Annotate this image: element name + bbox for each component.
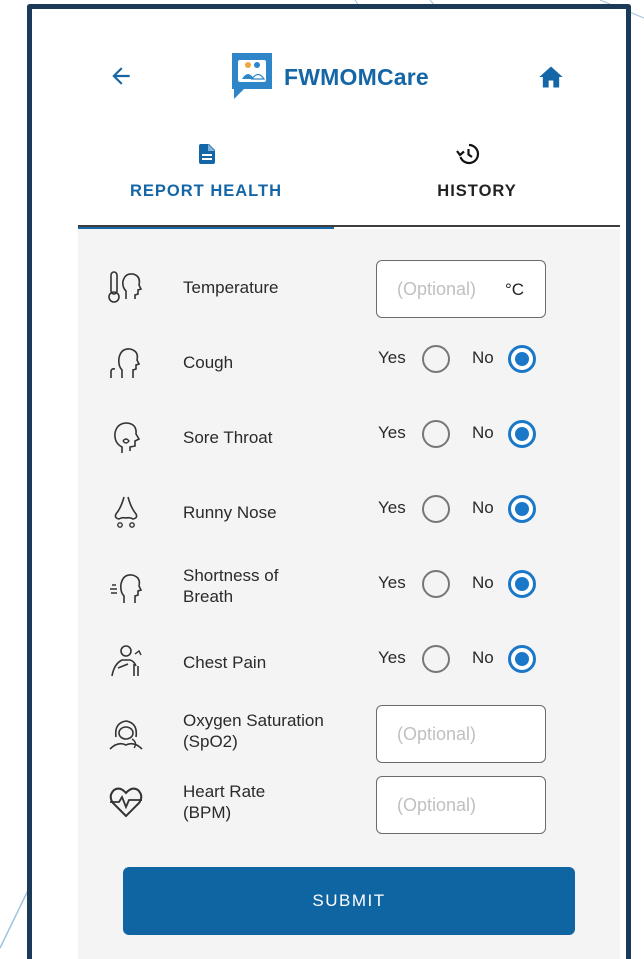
chest-pain-icon: [111, 645, 142, 677]
runny-nose-no-label: No: [472, 498, 494, 517]
tab-history[interactable]: HISTORY: [334, 137, 620, 227]
sore-throat-no-radio[interactable]: [508, 420, 536, 448]
cough-no-radio[interactable]: [508, 345, 536, 373]
cough-yes-radio[interactable]: [422, 345, 450, 373]
heart-rate-label-line2: (BPM): [183, 803, 232, 822]
shortness-of-breath-yes-radio[interactable]: [422, 570, 450, 598]
document-icon: [199, 144, 215, 164]
cough-label: Cough: [183, 353, 234, 372]
cough-icon: [110, 348, 141, 378]
runny-nose-no-radio[interactable]: [508, 495, 536, 523]
chest-pain-no-label: No: [472, 648, 494, 667]
tab-bar: REPORT HEALTH HISTORY: [78, 137, 620, 229]
chest-pain-yes-label: Yes: [378, 648, 406, 667]
runny-nose-yes-radio[interactable]: [422, 495, 450, 523]
report-health-form: Temperature °C Cough Yes No Sor: [78, 229, 620, 959]
shortness-of-breath-label-line2: Breath: [183, 587, 234, 606]
back-arrow-icon[interactable]: [108, 63, 134, 89]
cough-no-label: No: [472, 348, 494, 367]
sore-throat-no-label: No: [472, 423, 494, 442]
thermometer-face-icon: [108, 271, 143, 303]
shortness-of-breath-label: Shortness of Breath: [183, 565, 278, 607]
runny-nose-yes-label: Yes: [378, 498, 406, 517]
chest-pain-radio-group: Yes No: [378, 644, 578, 676]
heart-rate-icon: [109, 787, 143, 818]
sore-throat-radio-group: Yes No: [378, 419, 578, 451]
heart-rate-label-line1: Heart Rate: [183, 782, 266, 801]
cough-radio-group: Yes No: [378, 344, 578, 376]
oxygen-mask-icon: [109, 720, 143, 750]
heart-rate-label: Heart Rate (BPM): [183, 781, 265, 823]
sore-throat-yes-radio[interactable]: [422, 420, 450, 448]
temperature-label: Temperature: [183, 278, 279, 297]
cough-yes-label: Yes: [378, 348, 406, 367]
sore-throat-icon: [114, 422, 141, 453]
tab-history-label: HISTORY: [437, 182, 517, 200]
runny-nose-icon: [114, 496, 138, 528]
shortness-of-breath-radio-group: Yes No: [378, 569, 578, 601]
chest-pain-label: Chest Pain: [183, 653, 267, 672]
runny-nose-radio-group: Yes No: [378, 494, 578, 526]
chest-pain-yes-radio[interactable]: [422, 645, 450, 673]
shortness-of-breath-no-label: No: [472, 573, 494, 592]
shortness-of-breath-icon: [110, 574, 143, 603]
app-logo-icon: [232, 53, 272, 99]
app-header: FWMOMCare: [32, 9, 626, 149]
heart-rate-input[interactable]: [376, 776, 546, 834]
shortness-of-breath-yes-label: Yes: [378, 573, 406, 592]
submit-button[interactable]: SUBMIT: [123, 867, 575, 935]
oxygen-saturation-input[interactable]: [376, 705, 546, 763]
tab-report-health-label: REPORT HEALTH: [129, 182, 283, 200]
sore-throat-yes-label: Yes: [378, 423, 406, 442]
oxygen-saturation-label-line1: Oxygen Saturation: [183, 711, 324, 730]
runny-nose-label: Runny Nose: [183, 503, 277, 522]
shortness-of-breath-no-radio[interactable]: [508, 570, 536, 598]
sore-throat-label: Sore Throat: [183, 428, 273, 447]
tab-report-health[interactable]: REPORT HEALTH: [78, 137, 334, 229]
app-brand-name: FWMOMCare: [284, 64, 429, 90]
oxygen-saturation-label: Oxygen Saturation (SpO2): [183, 710, 324, 752]
oxygen-saturation-label-line2: (SpO2): [183, 732, 238, 751]
phone-frame: FWMOMCare REPORT HEALTH HISTORY Temperat…: [27, 4, 631, 959]
chest-pain-no-radio[interactable]: [508, 645, 536, 673]
shortness-of-breath-label-line1: Shortness of: [183, 566, 279, 585]
home-icon[interactable]: [537, 63, 565, 91]
history-icon: [456, 143, 480, 165]
temperature-unit: °C: [505, 280, 525, 299]
